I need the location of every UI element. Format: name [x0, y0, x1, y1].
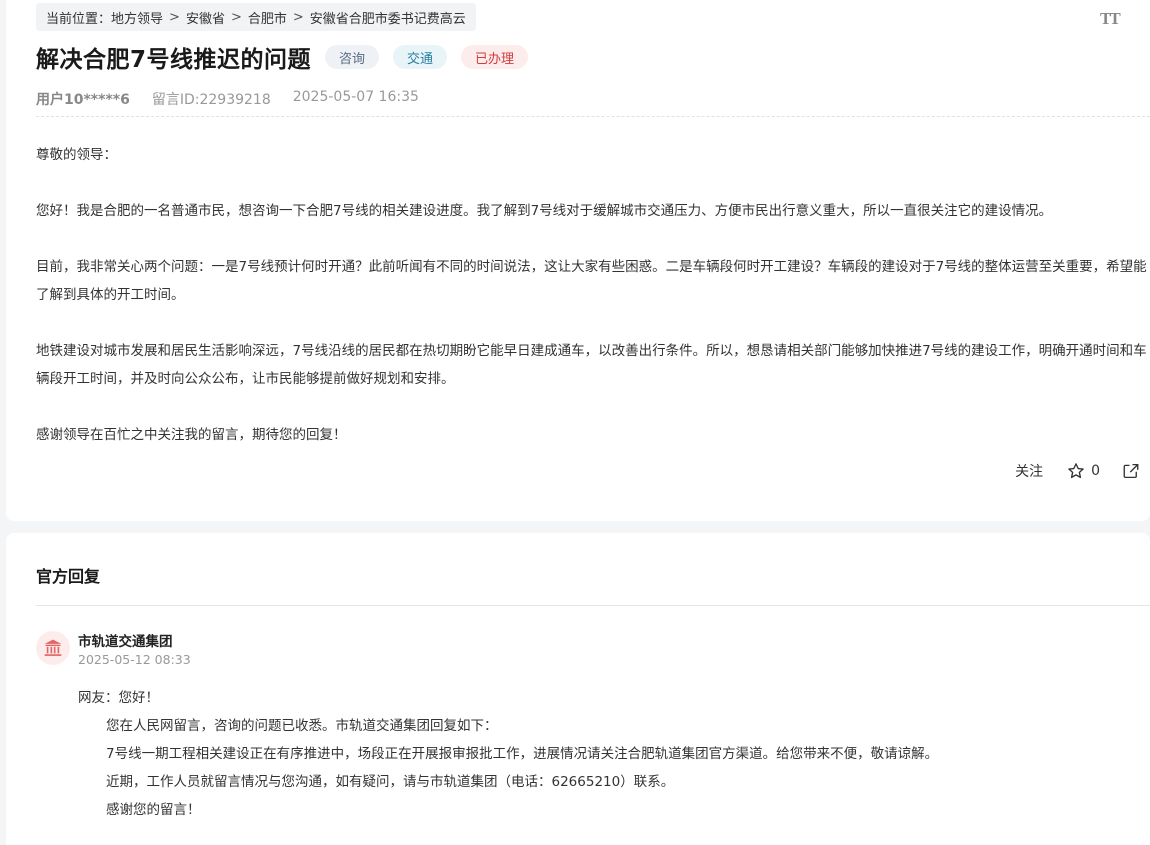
- tag-status-done: 已办理: [461, 45, 529, 69]
- organization-avatar: [36, 631, 70, 665]
- paragraph-questions: 目前，我非常关心两个问题：一是7号线预计何时开通？此前听闻有不同的时间说法，这让…: [36, 259, 1147, 303]
- post-author: 用户10*****6: [36, 92, 130, 108]
- reply-datetime: 2025-05-12 08:33: [78, 652, 191, 667]
- post-title: 解决合肥7号线推迟的问题: [36, 47, 312, 73]
- reply-line: 您在人民网留言，咨询的问题已收悉。市轨道交通集团回复如下：: [106, 718, 498, 734]
- font-size-toggle-icon[interactable]: TT: [1100, 9, 1121, 29]
- share-button[interactable]: [1122, 462, 1140, 480]
- message-id: 留言ID:22939218: [151, 92, 271, 108]
- tag-traffic: 交通: [393, 45, 448, 69]
- paragraph-request: 地铁建设对城市发展和居民生活影响深远，7号线沿线的居民都在热切期盼它能早日建成通…: [36, 343, 1147, 387]
- breadcrumb-item-province[interactable]: 安徽省: [186, 8, 225, 27]
- star-icon: [1068, 463, 1084, 479]
- breadcrumb-item-leader[interactable]: 安徽省合肥市委书记费高云: [310, 8, 466, 27]
- breadcrumb-item-local-leaders[interactable]: 地方领导: [111, 8, 163, 27]
- reply-line: 感谢您的留言！: [106, 802, 201, 818]
- post-datetime: 2025-05-07 16:35: [292, 89, 419, 105]
- reply-line: 近期，工作人员就留言情况与您沟通，如有疑问，请与市轨道集团（电话：6266521…: [106, 774, 675, 790]
- breadcrumb-item-city[interactable]: 合肥市: [248, 8, 287, 27]
- breadcrumb-separator: >: [292, 9, 304, 25]
- reply-card: 官方回复 市轨道交通集团 2025-05-12 08:33 网友：您好！ 您在人…: [6, 533, 1150, 845]
- government-building-icon: [44, 639, 62, 656]
- follow-button[interactable]: 关注: [1015, 461, 1043, 481]
- post-content: 尊敬的领导： 您好！我是合肥的一名普通市民，想咨询一下合肥7号线的相关建设进度。…: [36, 141, 1150, 477]
- paragraph-intro: 您好！我是合肥的一名普通市民，想咨询一下合肥7号线的相关建设进度。我了解到7号线…: [36, 203, 1053, 219]
- breadcrumb-prefix: 当前位置：: [46, 11, 112, 27]
- breadcrumb: 当前位置： 地方领导 > 安徽省 > 合肥市 > 安徽省合肥市委书记费高云: [36, 3, 476, 31]
- reply-body: 网友：您好！ 您在人民网留言，咨询的问题已收悉。市轨道交通集团回复如下： 7号线…: [78, 684, 938, 824]
- reply-greeting: 网友：您好！: [78, 690, 159, 706]
- like-button[interactable]: 0: [1067, 462, 1100, 480]
- post-actions: 关注 0: [1015, 461, 1140, 481]
- post-card: 当前位置： 地方领导 > 安徽省 > 合肥市 > 安徽省合肥市委书记费高云 TT…: [6, 0, 1150, 521]
- reply-line: 7号线一期工程相关建设正在有序推进中，场段正在开展报审报批工作，进展情况请关注合…: [106, 746, 939, 762]
- divider: [36, 116, 1150, 117]
- breadcrumb-separator: >: [230, 9, 242, 25]
- organization-name: 市轨道交通集团: [78, 634, 173, 650]
- divider: [36, 605, 1150, 606]
- tag-consult: 咨询: [325, 45, 380, 69]
- like-count: 0: [1091, 463, 1100, 479]
- share-icon: [1123, 463, 1139, 479]
- title-row: 解决合肥7号线推迟的问题 咨询 交通 已办理: [36, 40, 529, 74]
- reply-section-title: 官方回复: [36, 567, 101, 586]
- breadcrumb-separator: >: [169, 9, 180, 25]
- paragraph-salutation: 尊敬的领导：: [36, 147, 117, 163]
- post-meta: 用户10*****6 留言ID:22939218 2025-05-07 16:3…: [36, 89, 419, 109]
- paragraph-thanks: 感谢领导在百忙之中关注我的留言，期待您的回复！: [36, 427, 347, 443]
